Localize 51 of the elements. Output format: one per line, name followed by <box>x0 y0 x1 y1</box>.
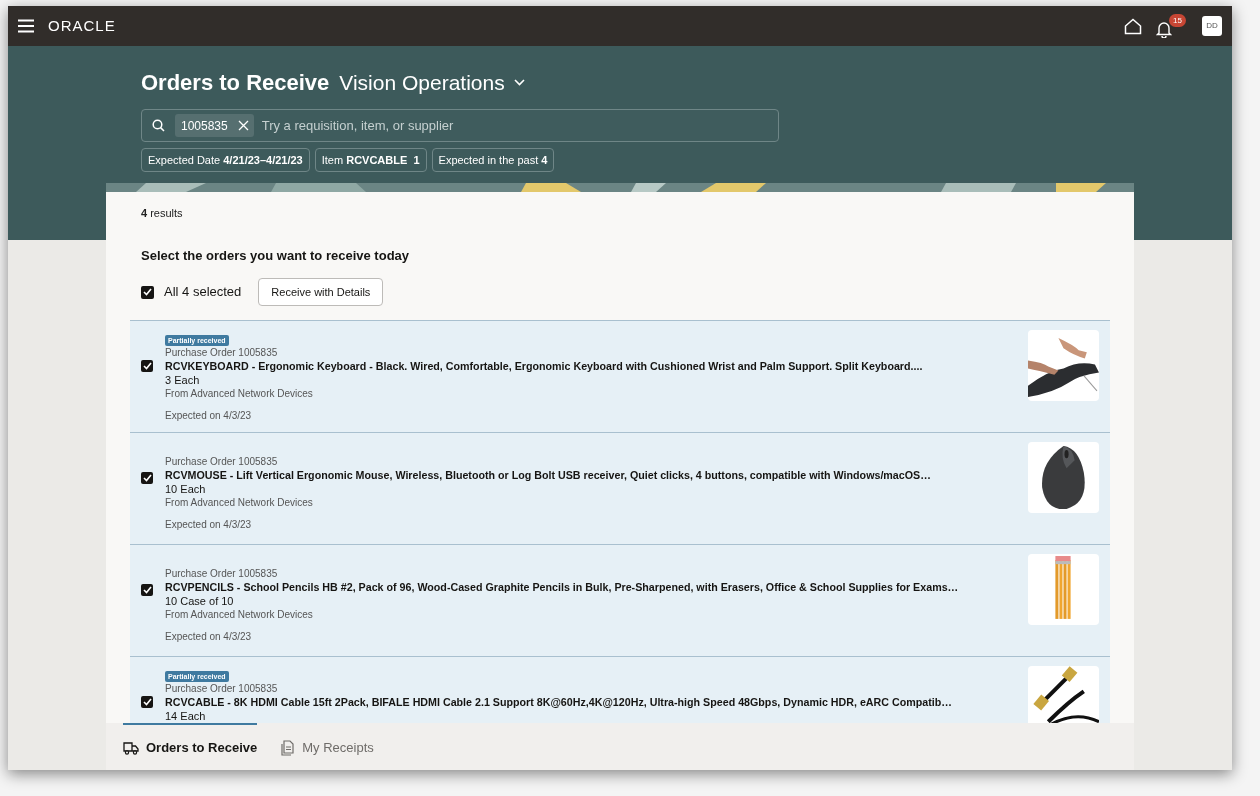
item-title: RCVPENCILS - School Pencils HB #2, Pack of 96, Wood-Cased Graphite Pencils in Bulk, Pre-Sharpened, with Erasers, Office & School Supplies for Exams… <box>165 580 959 595</box>
order-row[interactable] <box>130 545 1110 657</box>
home-icon[interactable] <box>1124 17 1142 35</box>
expected-date: Expected on 4/3/23 <box>165 519 253 531</box>
order-checkbox[interactable] <box>141 696 153 708</box>
bottom-tab[interactable]: My Receipts <box>281 723 374 770</box>
search-input: Try a requisition, item, or supplier <box>261 115 768 136</box>
quantity: 3 Each <box>165 374 201 387</box>
supplier: From Advanced Network Devices <box>165 387 314 400</box>
avatar[interactable]: DD <box>1202 16 1222 36</box>
item-title: RCVMOUSE - Lift Vertical Ergonomic Mouse, Wireless, Bluetooth or Log Bolt USB receiver, Quiet clicks, 4 buttons, compatible with Windows/macOS… <box>165 468 931 483</box>
purchase-order-number: Purchase Order 1005835 <box>165 456 279 468</box>
purchase-order-number: Purchase Order 1005835 <box>165 568 279 580</box>
filter-chip[interactable]: Expected in the past 4 <box>431 148 555 172</box>
order-row[interactable] <box>130 321 1110 433</box>
order-checkbox[interactable] <box>141 584 153 596</box>
bell-icon[interactable] <box>1156 21 1172 38</box>
supplier: From Advanced Network Devices <box>165 608 314 621</box>
filter-chip[interactable]: Expected Date 4/21/23–4/21/23 <box>141 148 310 172</box>
quantity: 10 Case of 10 <box>165 595 235 608</box>
select-all-checkbox[interactable] <box>141 285 154 299</box>
instruction-heading: Select the orders you want to receive today <box>141 246 411 265</box>
search-field[interactable]: 1005835 Try a requisition, item, or supplier <box>141 109 779 142</box>
menu-icon[interactable] <box>18 19 34 33</box>
search-token[interactable]: 1005835 <box>175 114 254 137</box>
caret-icon <box>513 79 525 86</box>
purchase-order-number: Purchase Order 1005835 <box>165 347 279 359</box>
logo: ORACLE <box>48 15 116 36</box>
supplier: From Advanced Network Devices <box>165 496 314 509</box>
order-row[interactable] <box>130 433 1110 545</box>
page-title: Orders to Receive <box>141 69 330 97</box>
bottom-tab[interactable]: Orders to Receive <box>123 723 258 770</box>
notification-badge: 15 <box>1169 14 1186 27</box>
results-count: 4 results <box>141 206 184 221</box>
organization-dropdown[interactable]: Vision Operations <box>339 66 525 99</box>
order-checkbox[interactable] <box>141 360 153 372</box>
truck-icon <box>123 740 139 755</box>
expected-date: Expected on 4/3/23 <box>165 631 253 643</box>
search-icon <box>152 119 165 132</box>
filter-chip[interactable]: Item RCVCABLE 1 <box>314 148 427 172</box>
purchase-order-number: Purchase Order 1005835 <box>165 683 279 695</box>
order-checkbox[interactable] <box>141 472 153 484</box>
close-icon[interactable] <box>237 120 249 131</box>
document-icon <box>281 739 296 756</box>
receive-with-details-button[interactable]: Receive with Details <box>258 278 384 306</box>
quantity: 14 Each <box>165 710 207 723</box>
expected-date: Expected on 4/3/23 <box>165 410 253 422</box>
item-title: RCVCABLE - 8K HDMI Cable 15ft 2Pack, BIFALE HDMI Cable 2.1 Support 8K@60Hz,4K@120Hz, Ultra-high Speed 48Gbps, Dynamic HDR, eARC Compatib… <box>165 695 952 710</box>
select-all-label: All 4 selected <box>164 283 242 302</box>
quantity: 10 Each <box>165 483 207 496</box>
item-title: RCVKEYBOARD - Ergonomic Keyboard - Black. Wired, Comfortable, Ergonomic Keyboard with Cushioned Wrist and Palm Support. Split Keyboard.... <box>165 359 923 374</box>
